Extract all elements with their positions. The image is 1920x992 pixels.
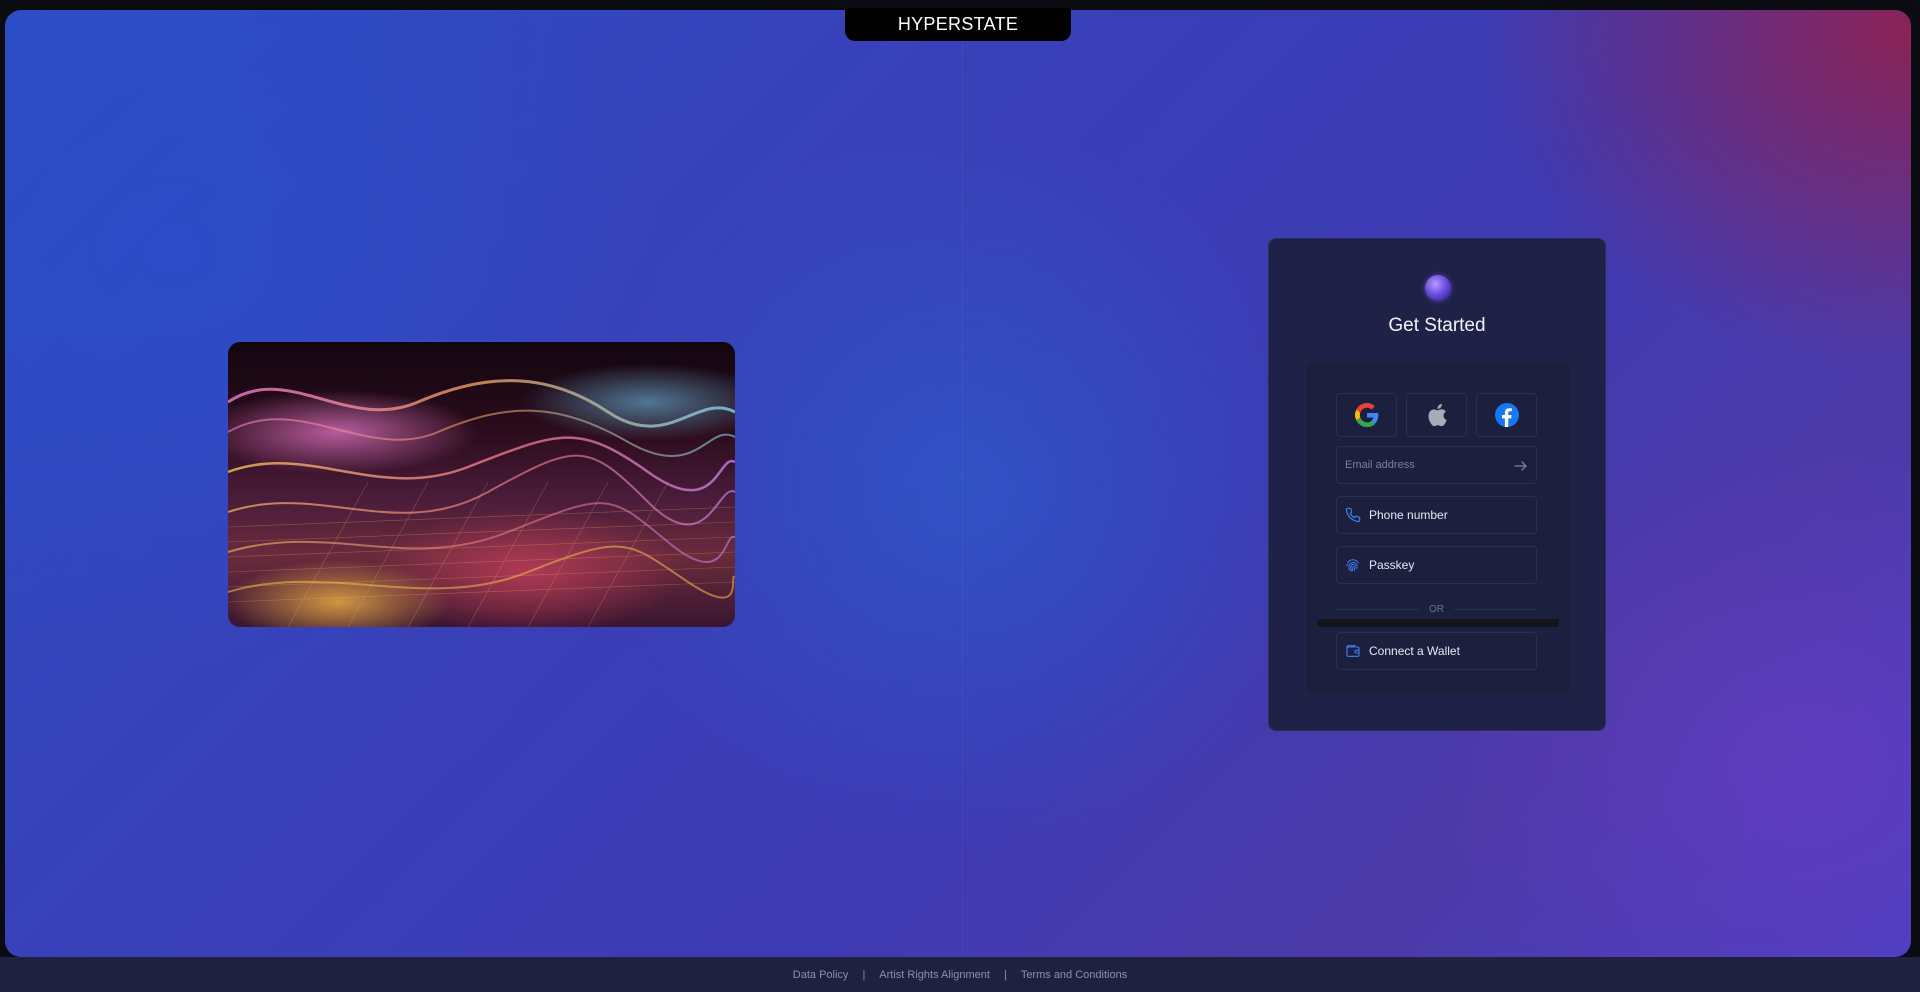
- footer-link-data-policy[interactable]: Data Policy: [793, 969, 849, 981]
- passkey-login-button[interactable]: Passkey: [1336, 546, 1537, 584]
- fingerprint-icon: [1346, 559, 1359, 572]
- passkey-label: Passkey: [1369, 558, 1415, 572]
- facebook-icon: [1494, 403, 1519, 427]
- center-divider: [962, 10, 963, 957]
- social-login-row: [1336, 393, 1537, 437]
- footer: Data Policy | Artist Rights Alignment | …: [0, 957, 1920, 992]
- phone-label: Phone number: [1369, 508, 1448, 522]
- google-login-button[interactable]: [1336, 393, 1397, 437]
- or-separator: OR: [1336, 602, 1537, 616]
- auth-card: Get Started Email address Phone number P…: [1268, 238, 1606, 731]
- app-logo: [1425, 275, 1451, 301]
- wallet-label: Connect a Wallet: [1369, 644, 1460, 658]
- footer-separator: |: [1003, 968, 1007, 981]
- connect-wallet-button[interactable]: Connect a Wallet: [1336, 632, 1537, 670]
- apple-login-button[interactable]: [1406, 393, 1467, 437]
- card-title: Get Started: [1388, 315, 1486, 336]
- hero-image: [228, 342, 735, 627]
- or-line-right: [1454, 608, 1537, 610]
- divider-bar: [1317, 619, 1559, 627]
- arrow-right-icon[interactable]: [1514, 459, 1528, 473]
- background-stage: Get Started Email address Phone number P…: [5, 10, 1911, 957]
- or-line-left: [1336, 608, 1419, 610]
- phone-icon: [1345, 507, 1361, 523]
- email-input[interactable]: [1345, 459, 1505, 471]
- brand-title: HYPERSTATE: [845, 8, 1071, 41]
- google-icon: [1354, 403, 1378, 427]
- or-label: OR: [1429, 603, 1444, 615]
- email-field: [1336, 446, 1537, 484]
- footer-link-artist-rights[interactable]: Artist Rights Alignment: [879, 969, 990, 981]
- facebook-login-button[interactable]: [1476, 393, 1537, 437]
- phone-login-button[interactable]: Phone number: [1336, 496, 1537, 534]
- wallet-icon: [1346, 645, 1360, 657]
- wave-illustration: [228, 379, 735, 627]
- footer-link-terms[interactable]: Terms and Conditions: [1021, 969, 1127, 981]
- apple-icon: [1428, 403, 1447, 427]
- auth-options-panel: Phone number Passkey OR: [1306, 362, 1570, 694]
- footer-separator: |: [862, 968, 866, 981]
